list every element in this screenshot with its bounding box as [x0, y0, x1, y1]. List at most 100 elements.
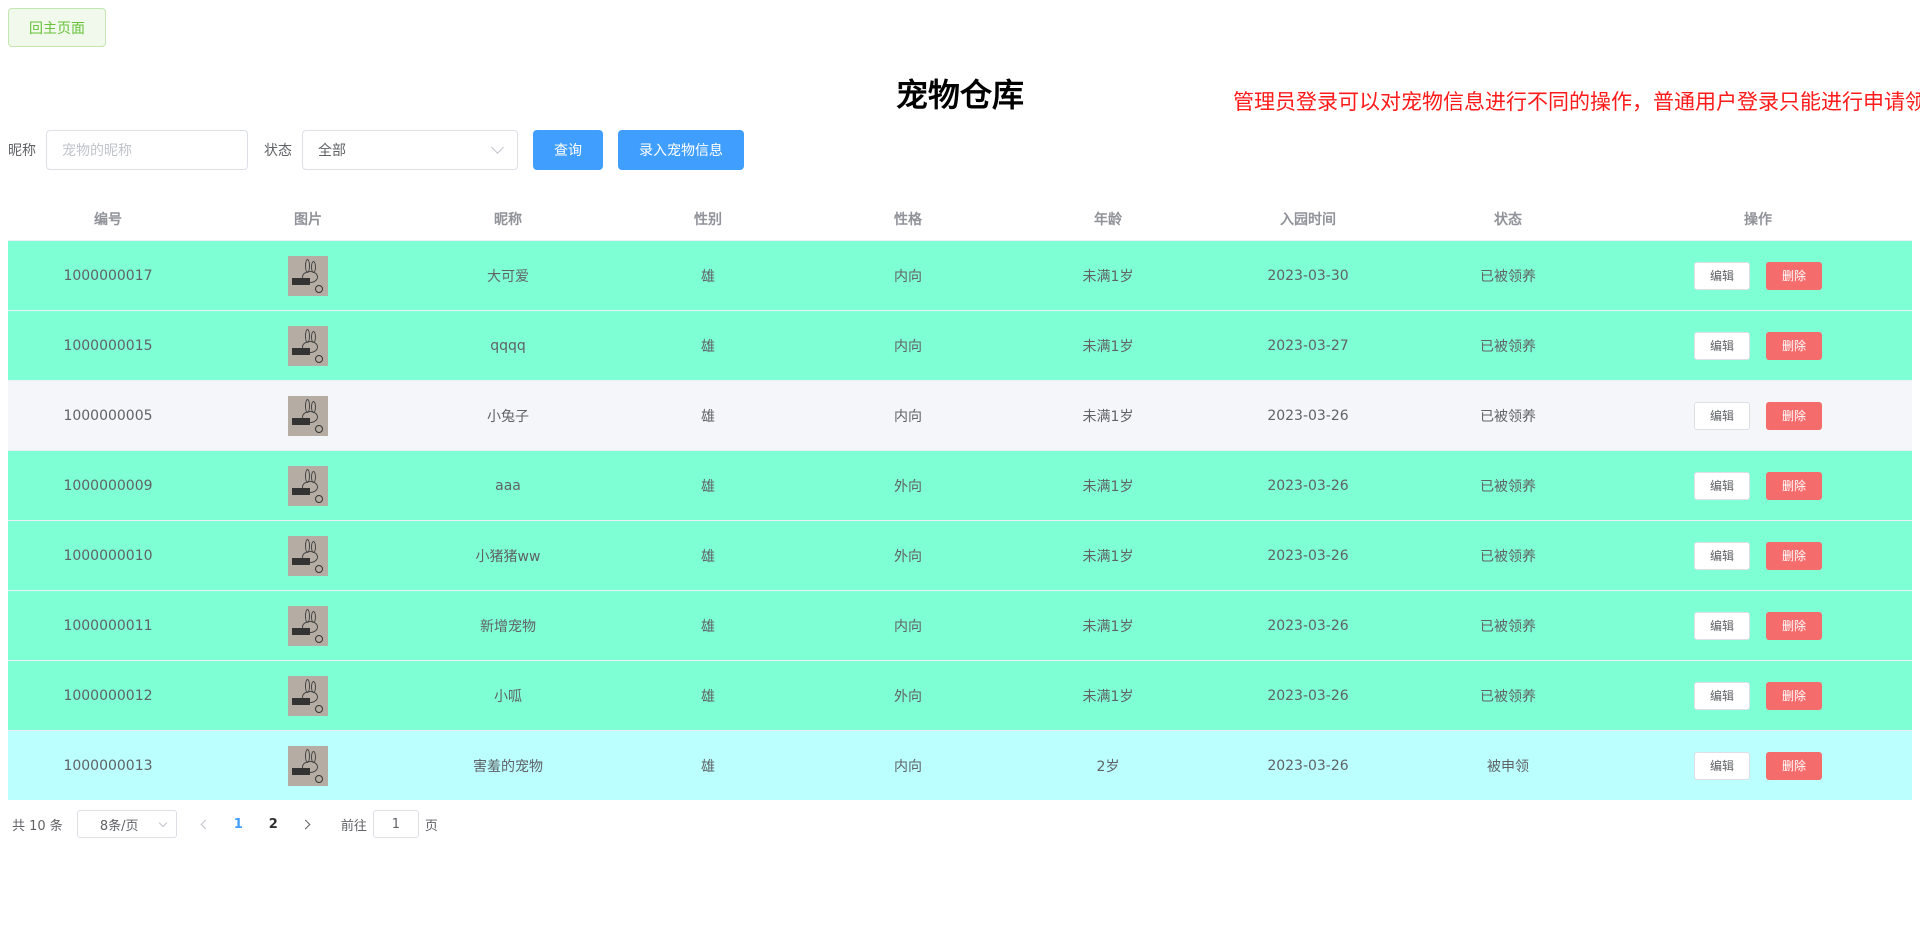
edit-button[interactable]: 编辑 [1694, 331, 1750, 360]
pagination: 共 10 条 8条/页 1 2 前往 1 页 [12, 810, 438, 838]
delete-button[interactable]: 删除 [1766, 471, 1822, 500]
cell-id: 1000000013 [63, 757, 153, 774]
cell-nickname: qqqq [490, 337, 526, 354]
pet-thumbnail[interactable] [288, 535, 328, 576]
page-2-button[interactable]: 2 [256, 810, 291, 838]
prev-page-button[interactable] [191, 810, 221, 838]
delete-button[interactable]: 删除 [1766, 681, 1822, 710]
cell-id: 1000000017 [63, 267, 153, 284]
pet-thumbnail[interactable] [288, 675, 328, 716]
pet-thumbnail[interactable] [288, 255, 328, 296]
edit-button[interactable]: 编辑 [1694, 681, 1750, 710]
status-select-value: 全部 [318, 143, 346, 159]
pet-thumbnail[interactable] [288, 745, 328, 786]
column-header-personality: 性格 [894, 212, 922, 228]
cell-actions: 编辑 删除 [1608, 611, 1908, 640]
cell-age: 未满1岁 [1082, 548, 1134, 565]
cell-nickname: 害羞的宠物 [473, 758, 543, 775]
column-header-id: 编号 [94, 212, 122, 228]
cell-arrival-date: 2023-03-26 [1267, 687, 1349, 704]
cell-arrival-date: 2023-03-26 [1267, 477, 1349, 494]
cell-status: 已被领养 [1480, 688, 1536, 705]
cell-picture [208, 395, 408, 436]
admin-notice: 管理员登录可以对宠物信息进行不同的操作，普通用户登录只能进行申请领 [1233, 90, 1920, 114]
filter-bar: 昵称 宠物的昵称 状态 全部 查询 录入宠物信息 [8, 130, 744, 170]
table-row[interactable]: 1000000011 新增宠物 雄 内向 未满1岁 2023-03-26 已被领养 编辑 删除 [8, 590, 1912, 660]
cell-arrival-date: 2023-03-26 [1267, 407, 1349, 424]
edit-button[interactable]: 编辑 [1694, 261, 1750, 290]
table-body: 1000000017 大可爱雄内向 未满1岁 2023-03-30 已被领养 编辑 删除 10… [8, 240, 1912, 800]
page-size-value: 8条/页 [99, 818, 139, 834]
cell-actions: 编辑 删除 [1608, 751, 1908, 780]
column-header-nickname: 昵称 [494, 212, 522, 228]
cell-picture [208, 675, 408, 716]
page-size-select[interactable]: 8条/页 [76, 810, 177, 838]
column-header-arrival-date: 入园时间 [1280, 212, 1336, 228]
edit-button[interactable]: 编辑 [1694, 611, 1750, 640]
table-row[interactable]: 1000000013 害羞的宠物 雄 内向 2岁 2023-03-26 被申领 编辑 删除 [8, 730, 1912, 800]
nickname-search-input[interactable]: 宠物的昵称 [46, 130, 248, 170]
cell-personality: 内向 [894, 408, 922, 425]
cell-status: 已被领养 [1480, 338, 1536, 355]
pet-thumbnail[interactable] [288, 605, 328, 646]
cell-status: 已被领养 [1480, 618, 1536, 635]
next-page-button[interactable] [291, 810, 321, 838]
pet-thumbnail[interactable] [288, 465, 328, 506]
pet-thumbnail[interactable] [288, 325, 328, 366]
cell-age: 未满1岁 [1082, 268, 1134, 285]
cell-id: 1000000010 [63, 547, 153, 564]
cell-arrival-date: 2023-03-26 [1267, 617, 1349, 634]
delete-button[interactable]: 删除 [1766, 541, 1822, 570]
cell-nickname: 小呱 [494, 688, 522, 705]
back-home-button[interactable]: 回主页面 [8, 8, 106, 47]
table-row[interactable]: 1000000010 小猪猪ww 雄 外向 未满1岁 2023-03-26 已被领养 编辑 删除 [8, 520, 1912, 590]
cell-picture [208, 465, 408, 506]
table-row[interactable]: 1000000012 小呱 雄 外向 未满1岁 2023-03-26 已被领养 编辑 删除 [8, 660, 1912, 730]
query-button[interactable]: 查询 [533, 130, 603, 170]
cell-age: 未满1岁 [1082, 338, 1134, 355]
table-row[interactable]: 1000000005 小兔子 雄 内向 未满1岁 2023-03-26 已被领养 编辑 删除 [8, 380, 1912, 450]
delete-button[interactable]: 删除 [1766, 261, 1822, 290]
edit-button[interactable]: 编辑 [1694, 541, 1750, 570]
delete-button[interactable]: 删除 [1766, 331, 1822, 360]
cell-age: 未满1岁 [1082, 618, 1134, 635]
cell-actions: 编辑 删除 [1608, 541, 1908, 570]
cell-age: 未满1岁 [1082, 408, 1134, 425]
table-row[interactable]: 1000000009 aaa 雄 外向 未满1岁 2023-03-26 已被领养 编辑 删除 [8, 450, 1912, 520]
cell-actions: 编辑 删除 [1608, 471, 1908, 500]
chevron-right-icon [300, 819, 311, 829]
goto-page-input[interactable]: 1 [372, 810, 419, 838]
column-header-picture: 图片 [294, 212, 322, 228]
delete-button[interactable]: 删除 [1766, 611, 1822, 640]
page: 回主页面 宠物仓库 管理员登录可以对宠物信息进行不同的操作，普通用户登录只能进行… [0, 0, 1920, 931]
notice-container: 管理员登录可以对宠物信息进行不同的操作，普通用户登录只能进行申请领 [1233, 80, 1920, 120]
cell-actions: 编辑 删除 [1608, 681, 1908, 710]
cell-status: 已被领养 [1480, 268, 1536, 285]
pet-thumbnail[interactable] [288, 395, 328, 436]
cell-gender: 雄 [701, 268, 715, 285]
cell-actions: 编辑 删除 [1608, 261, 1908, 290]
edit-button[interactable]: 编辑 [1694, 751, 1750, 780]
cell-arrival-date: 2023-03-30 [1267, 267, 1349, 284]
column-header-actions: 操作 [1744, 212, 1772, 228]
delete-button[interactable]: 删除 [1766, 401, 1822, 430]
edit-button[interactable]: 编辑 [1694, 471, 1750, 500]
goto-label: 前往 [340, 818, 367, 834]
cell-id: 1000000011 [63, 617, 153, 634]
cell-nickname: 新增宠物 [480, 618, 536, 635]
cell-actions: 编辑 删除 [1608, 331, 1908, 360]
page-1-button[interactable]: 1 [221, 810, 256, 838]
add-pet-button[interactable]: 录入宠物信息 [618, 130, 744, 170]
delete-button[interactable]: 删除 [1766, 751, 1822, 780]
table-row[interactable]: 1000000015 qqqq 雄 内向 未满1岁 2023-03-27 已被领养 编辑 删除 [8, 310, 1912, 380]
cell-nickname: 小兔子 [487, 408, 529, 425]
edit-button[interactable]: 编辑 [1694, 401, 1750, 430]
column-header-status: 状态 [1494, 212, 1522, 228]
cell-personality: 外向 [894, 478, 922, 495]
cell-personality: 内向 [894, 618, 922, 635]
cell-gender: 雄 [701, 478, 715, 495]
table-row[interactable]: 1000000017 大可爱 雄 内向 未满1岁 2023-03-30 已被领养 编辑 删除 [8, 240, 1912, 310]
status-select[interactable]: 全部 [302, 130, 518, 170]
cell-id: 1000000005 [63, 407, 153, 424]
cell-id: 1000000015 [63, 337, 153, 354]
